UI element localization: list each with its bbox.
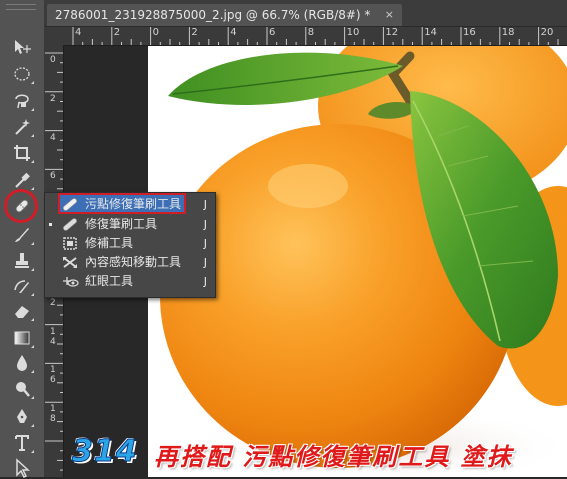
horizontal-ruler-label: 8 xyxy=(307,27,315,38)
horizontal-ruler-label: 14 xyxy=(424,27,437,38)
ruler-origin[interactable] xyxy=(45,27,63,45)
horizontal-ruler-label: 6 xyxy=(269,27,276,38)
type-tool-icon[interactable] xyxy=(9,432,35,454)
healing-brush-icon xyxy=(62,218,78,231)
flyout-item-label: 修補工具 xyxy=(85,236,134,250)
clone-stamp-tool-icon[interactable] xyxy=(9,250,35,272)
pen-tool-icon[interactable] xyxy=(9,406,35,428)
history-brush-tool-icon[interactable] xyxy=(9,275,35,297)
close-tab-icon[interactable]: × xyxy=(385,4,394,26)
horizontal-ruler[interactable]: 4 2 0 2 4 6 8 10 12 14 16 18 20 xyxy=(63,27,567,46)
patch-icon xyxy=(63,237,77,250)
lasso-tool-icon[interactable] xyxy=(9,90,35,112)
vertical-ruler-label: 1 4 xyxy=(50,326,56,347)
flyout-item-shortcut: J xyxy=(203,198,207,211)
horizontal-ruler-label: 2 xyxy=(113,27,121,38)
elliptical-marquee-tool-icon[interactable] xyxy=(9,63,35,85)
flyout-item-label: 修復筆刷工具 xyxy=(85,217,158,231)
horizontal-ruler-label: 18 xyxy=(501,27,515,38)
tools-panel xyxy=(0,0,45,479)
horizontal-ruler-label: 20 xyxy=(540,27,554,38)
vertical-ruler-label: 0 xyxy=(50,55,56,65)
horizontal-ruler-label: 10 xyxy=(346,27,360,38)
dodge-tool-icon[interactable] xyxy=(9,378,35,400)
current-tool-marker xyxy=(49,223,52,226)
content-aware-move-icon xyxy=(63,257,77,268)
vertical-ruler-label: 4 xyxy=(50,132,56,143)
healing-tools-flyout: 污點修復筆刷工具 J 修復筆刷工具 J 修補工具 J 內容感知移動工具 J 紅眼… xyxy=(44,192,216,298)
flyout-item-healing-brush[interactable]: 修復筆刷工具 J xyxy=(45,215,215,234)
flyout-item-label: 內容感知移動工具 xyxy=(85,255,182,269)
flyout-item-shortcut: J xyxy=(203,237,207,250)
vertical-ruler-label: 2 xyxy=(50,93,56,104)
vertical-ruler-label: 6 xyxy=(50,171,56,182)
flyout-item-red-eye[interactable]: 紅眼工具 J xyxy=(45,272,215,291)
flyout-item-shortcut: J xyxy=(203,256,207,269)
flyout-item-spot-healing-brush[interactable]: 污點修復筆刷工具 J xyxy=(45,193,215,214)
horizontal-ruler-label: 4 xyxy=(230,27,237,38)
spot-healing-brush-icon xyxy=(62,198,78,211)
blur-tool-icon[interactable] xyxy=(9,352,35,374)
horizontal-ruler-label: 4 xyxy=(75,27,82,38)
spot-healing-highlight-circle xyxy=(4,189,38,223)
move-tool-icon[interactable] xyxy=(9,36,35,58)
panel-grip[interactable] xyxy=(6,4,36,10)
eyedropper-tool-icon[interactable] xyxy=(9,169,35,191)
path-selection-tool-icon[interactable] xyxy=(9,457,35,479)
eraser-tool-icon[interactable] xyxy=(9,300,35,322)
flyout-item-shortcut: J xyxy=(203,275,207,288)
vertical-ruler-label: 1 6 xyxy=(50,365,56,386)
red-eye-icon xyxy=(63,277,79,287)
horizontal-ruler-label: 16 xyxy=(463,27,476,38)
horizontal-ruler-label: 2 xyxy=(191,27,198,38)
flyout-item-label: 紅眼工具 xyxy=(85,274,134,288)
vertical-ruler-label: 1 8 xyxy=(50,404,56,425)
brush-tool-icon[interactable] xyxy=(9,224,35,246)
flyout-item-content-aware-move[interactable]: 內容感知移動工具 J xyxy=(45,253,215,272)
tutorial-caption: 314 再搭配 污點修復筆刷工具 塗抹 xyxy=(60,432,560,472)
document-tab-bar: 2786001_231928875000_2.jpg @ 66.7% (RGB/… xyxy=(45,0,567,27)
flyout-item-shortcut: J xyxy=(203,218,207,231)
magic-wand-tool-icon[interactable] xyxy=(9,116,35,138)
document-tab-title: 2786001_231928875000_2.jpg @ 66.7% (RGB/… xyxy=(55,8,371,22)
flyout-item-label: 污點修復筆刷工具 xyxy=(85,197,182,211)
gradient-tool-icon[interactable] xyxy=(9,327,35,349)
flyout-item-patch[interactable]: 修補工具 J xyxy=(45,234,215,253)
horizontal-ruler-label: 0 xyxy=(152,27,159,38)
step-number: 314 xyxy=(72,434,138,470)
horizontal-ruler-ticks xyxy=(72,27,559,45)
document-tab[interactable]: 2786001_231928875000_2.jpg @ 66.7% (RGB/… xyxy=(47,4,402,26)
caption-text: 再搭配 污點修復筆刷工具 塗抹 xyxy=(154,442,513,471)
horizontal-ruler-label: 12 xyxy=(385,27,399,38)
crop-tool-icon[interactable] xyxy=(9,142,35,164)
